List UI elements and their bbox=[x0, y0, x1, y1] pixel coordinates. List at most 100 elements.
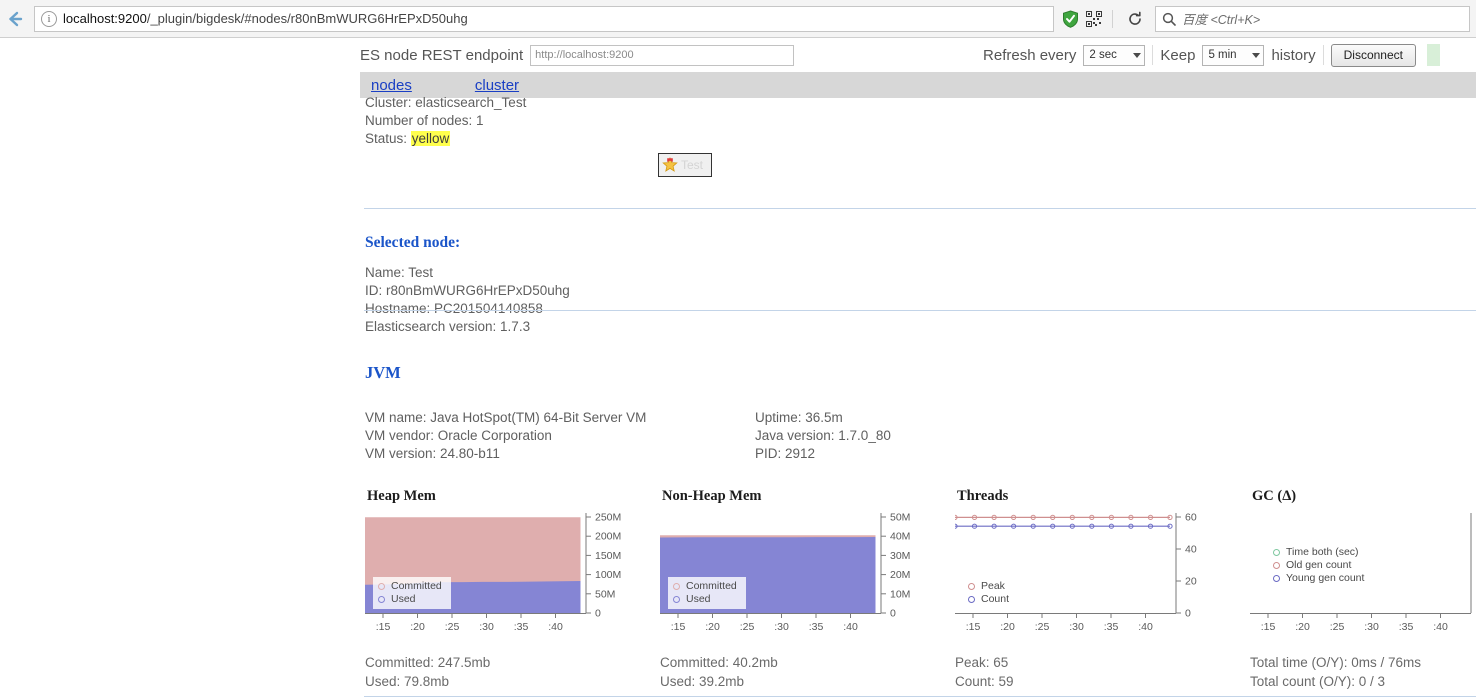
x-axis-tick-label: :20 bbox=[1295, 621, 1310, 633]
keep-history-select[interactable]: 5 min bbox=[1202, 44, 1265, 66]
url-path: /_plugin/bigdesk/#nodes/r80nBmWURG6HrEPx… bbox=[146, 11, 468, 26]
legend-marker-icon bbox=[1273, 562, 1280, 569]
address-bar[interactable]: i localhost:9200/_plugin/bigdesk/#nodes/… bbox=[34, 5, 1054, 32]
x-axis-tick-label: :25 bbox=[1330, 621, 1345, 633]
x-axis-tick-label: :25 bbox=[1035, 621, 1050, 633]
y-axis-tick-label: 200M bbox=[595, 531, 621, 543]
search-input-placeholder: 百度 <Ctrl+K> bbox=[1182, 13, 1261, 27]
selected-node-details: Name: Test ID: r80nBmWURG6HrEPxD50uhg Ho… bbox=[365, 264, 570, 336]
y-axis-tick-label: 150M bbox=[595, 550, 621, 562]
plot-area[interactable]: 0 20 40 60:15:20:25:30:35:40 Peak Count bbox=[955, 513, 1228, 641]
legend-marker-icon bbox=[673, 583, 680, 590]
y-axis-tick-label: 20M bbox=[890, 569, 910, 581]
chart-stat-line: Committed: 40.2mb bbox=[660, 655, 778, 670]
selected-node-id: ID: r80nBmWURG6HrEPxD50uhg bbox=[365, 283, 570, 298]
y-axis-tick-label: 100M bbox=[595, 569, 621, 581]
browser-extension-icons bbox=[1054, 6, 1147, 32]
x-axis-tick-label: :40 bbox=[1433, 621, 1448, 633]
legend-label: Peak bbox=[981, 580, 1005, 592]
reload-icon[interactable] bbox=[1123, 7, 1147, 31]
info-icon[interactable]: i bbox=[41, 10, 57, 27]
y-axis-tick-label: 50M bbox=[890, 513, 910, 524]
plot-area[interactable]: :15:20:25:30:35:40 Time both (sec) Old gen… bbox=[1250, 513, 1476, 641]
jvm-heading: JVM bbox=[365, 363, 401, 382]
toolbar-divider bbox=[1112, 9, 1113, 28]
chart-stat-line: Used: 39.2mb bbox=[660, 674, 745, 689]
jvm-details-left: VM name: Java HotSpot(TM) 64-Bit Server … bbox=[365, 409, 646, 463]
node-chip-label: Test bbox=[681, 158, 704, 172]
x-axis-tick-label: :25 bbox=[445, 621, 460, 633]
chart-stat-line: Used: 79.8mb bbox=[365, 674, 450, 689]
x-axis-tick-label: :20 bbox=[705, 621, 720, 633]
chevron-down-icon bbox=[1252, 52, 1261, 58]
selected-node-name: Name: Test bbox=[365, 265, 434, 280]
section-divider bbox=[364, 208, 1476, 209]
chart-threads: Threads 0 20 40 60:15:20:25:30:35:40 Peak Coun… bbox=[955, 488, 1228, 641]
y-axis-tick-label: 250M bbox=[595, 513, 621, 524]
legend-marker-icon bbox=[968, 583, 975, 590]
qr-code-icon[interactable] bbox=[1086, 10, 1102, 27]
status-badge: yellow bbox=[410, 131, 451, 146]
refresh-label: Refresh every bbox=[983, 46, 1077, 64]
endpoint-label: ES node REST endpoint bbox=[360, 46, 524, 64]
toolbar-divider bbox=[1152, 45, 1154, 65]
cluster-summary: Cluster: elasticsearch_Test Number of no… bbox=[365, 94, 526, 148]
search-icon bbox=[1162, 12, 1176, 26]
shield-icon[interactable] bbox=[1062, 9, 1079, 28]
legend-item: Committed bbox=[378, 580, 442, 593]
legend-label: Used bbox=[391, 593, 416, 605]
plot-area[interactable]: 0 10M 20M 30M 40M 50M:15:20:25:30:35:40 Commit… bbox=[660, 513, 933, 641]
keep-label: Keep bbox=[1160, 46, 1196, 64]
stats-threads: Peak: 65 Count: 59 bbox=[955, 653, 1014, 691]
y-axis-tick-label: 0 bbox=[1185, 608, 1191, 620]
endpoint-input[interactable]: http://localhost:9200 bbox=[530, 44, 795, 66]
nav-item-nodes[interactable]: nodes bbox=[371, 77, 412, 94]
node-chip-test[interactable]: Test bbox=[658, 153, 712, 177]
jvm-vm-vendor: VM vendor: Oracle Corporation bbox=[365, 428, 552, 443]
chart-stat-line: Committed: 247.5mb bbox=[365, 655, 491, 670]
x-axis-tick-label: :30 bbox=[774, 621, 789, 633]
search-box[interactable]: 百度 <Ctrl+K> bbox=[1155, 5, 1470, 32]
section-divider bbox=[364, 310, 1476, 311]
y-axis-tick-label: 40M bbox=[890, 531, 910, 543]
legend-label: Young gen count bbox=[1286, 572, 1365, 584]
back-arrow-icon[interactable] bbox=[2, 5, 30, 33]
x-axis-tick-label: :15 bbox=[1261, 621, 1276, 633]
legend-marker-icon bbox=[968, 596, 975, 603]
jvm-vm-version: VM version: 24.80-b11 bbox=[365, 446, 500, 461]
connection-status-indicator bbox=[1427, 44, 1440, 66]
legend-item: Committed bbox=[673, 580, 737, 593]
app-toolbar: ES node REST endpoint http://localhost:9… bbox=[360, 38, 1476, 72]
nav-item-cluster[interactable]: cluster bbox=[475, 77, 519, 94]
chart-legend: Committed Used bbox=[668, 577, 746, 609]
legend-item: Count bbox=[968, 593, 1009, 606]
y-axis-tick-label: 50M bbox=[595, 588, 615, 600]
jvm-details-right: Uptime: 36.5m Java version: 1.7.0_80 PID… bbox=[755, 409, 891, 463]
refresh-interval-select[interactable]: 2 sec bbox=[1083, 44, 1146, 66]
y-axis-tick-label: 40 bbox=[1185, 544, 1197, 556]
x-axis-tick-label: :35 bbox=[809, 621, 824, 633]
stats-gc-delta: Total time (O/Y): 0ms / 76ms Total count … bbox=[1250, 653, 1421, 691]
legend-label: Count bbox=[981, 593, 1010, 605]
x-axis-tick-label: :35 bbox=[1104, 621, 1119, 633]
chart-title: GC (Δ) bbox=[1252, 488, 1297, 504]
address-bar-text: localhost:9200/_plugin/bigdesk/#nodes/r8… bbox=[63, 11, 468, 26]
x-axis-tick-label: :15 bbox=[376, 621, 391, 633]
plot-area[interactable]: 0 50M 100M 150M 200M 250M:15:20:25:30:35:40 Co… bbox=[365, 513, 638, 641]
toolbar-divider bbox=[1322, 45, 1324, 65]
legend-label: Committed bbox=[686, 580, 737, 592]
jvm-java-version: Java version: 1.7.0_80 bbox=[755, 428, 891, 443]
legend-label: Old gen count bbox=[1286, 559, 1352, 571]
chart-heap-mem: Heap Mem 0 50M 100M 150M 200M 250M:15:20:25:30… bbox=[365, 488, 638, 641]
y-axis-tick-label: 20 bbox=[1185, 576, 1197, 588]
legend-item: Used bbox=[378, 593, 442, 606]
legend-label: Committed bbox=[391, 580, 442, 592]
legend-marker-icon bbox=[1273, 549, 1280, 556]
selected-node-version: Elasticsearch version: 1.7.3 bbox=[365, 319, 531, 334]
x-axis-tick-label: :30 bbox=[1364, 621, 1379, 633]
disconnect-button[interactable]: Disconnect bbox=[1330, 43, 1416, 67]
x-axis-tick-label: :40 bbox=[1138, 621, 1153, 633]
x-axis-tick-label: :20 bbox=[410, 621, 425, 633]
y-axis-tick-label: 30M bbox=[890, 550, 910, 562]
chart-stat-line: Peak: 65 bbox=[955, 655, 1009, 670]
